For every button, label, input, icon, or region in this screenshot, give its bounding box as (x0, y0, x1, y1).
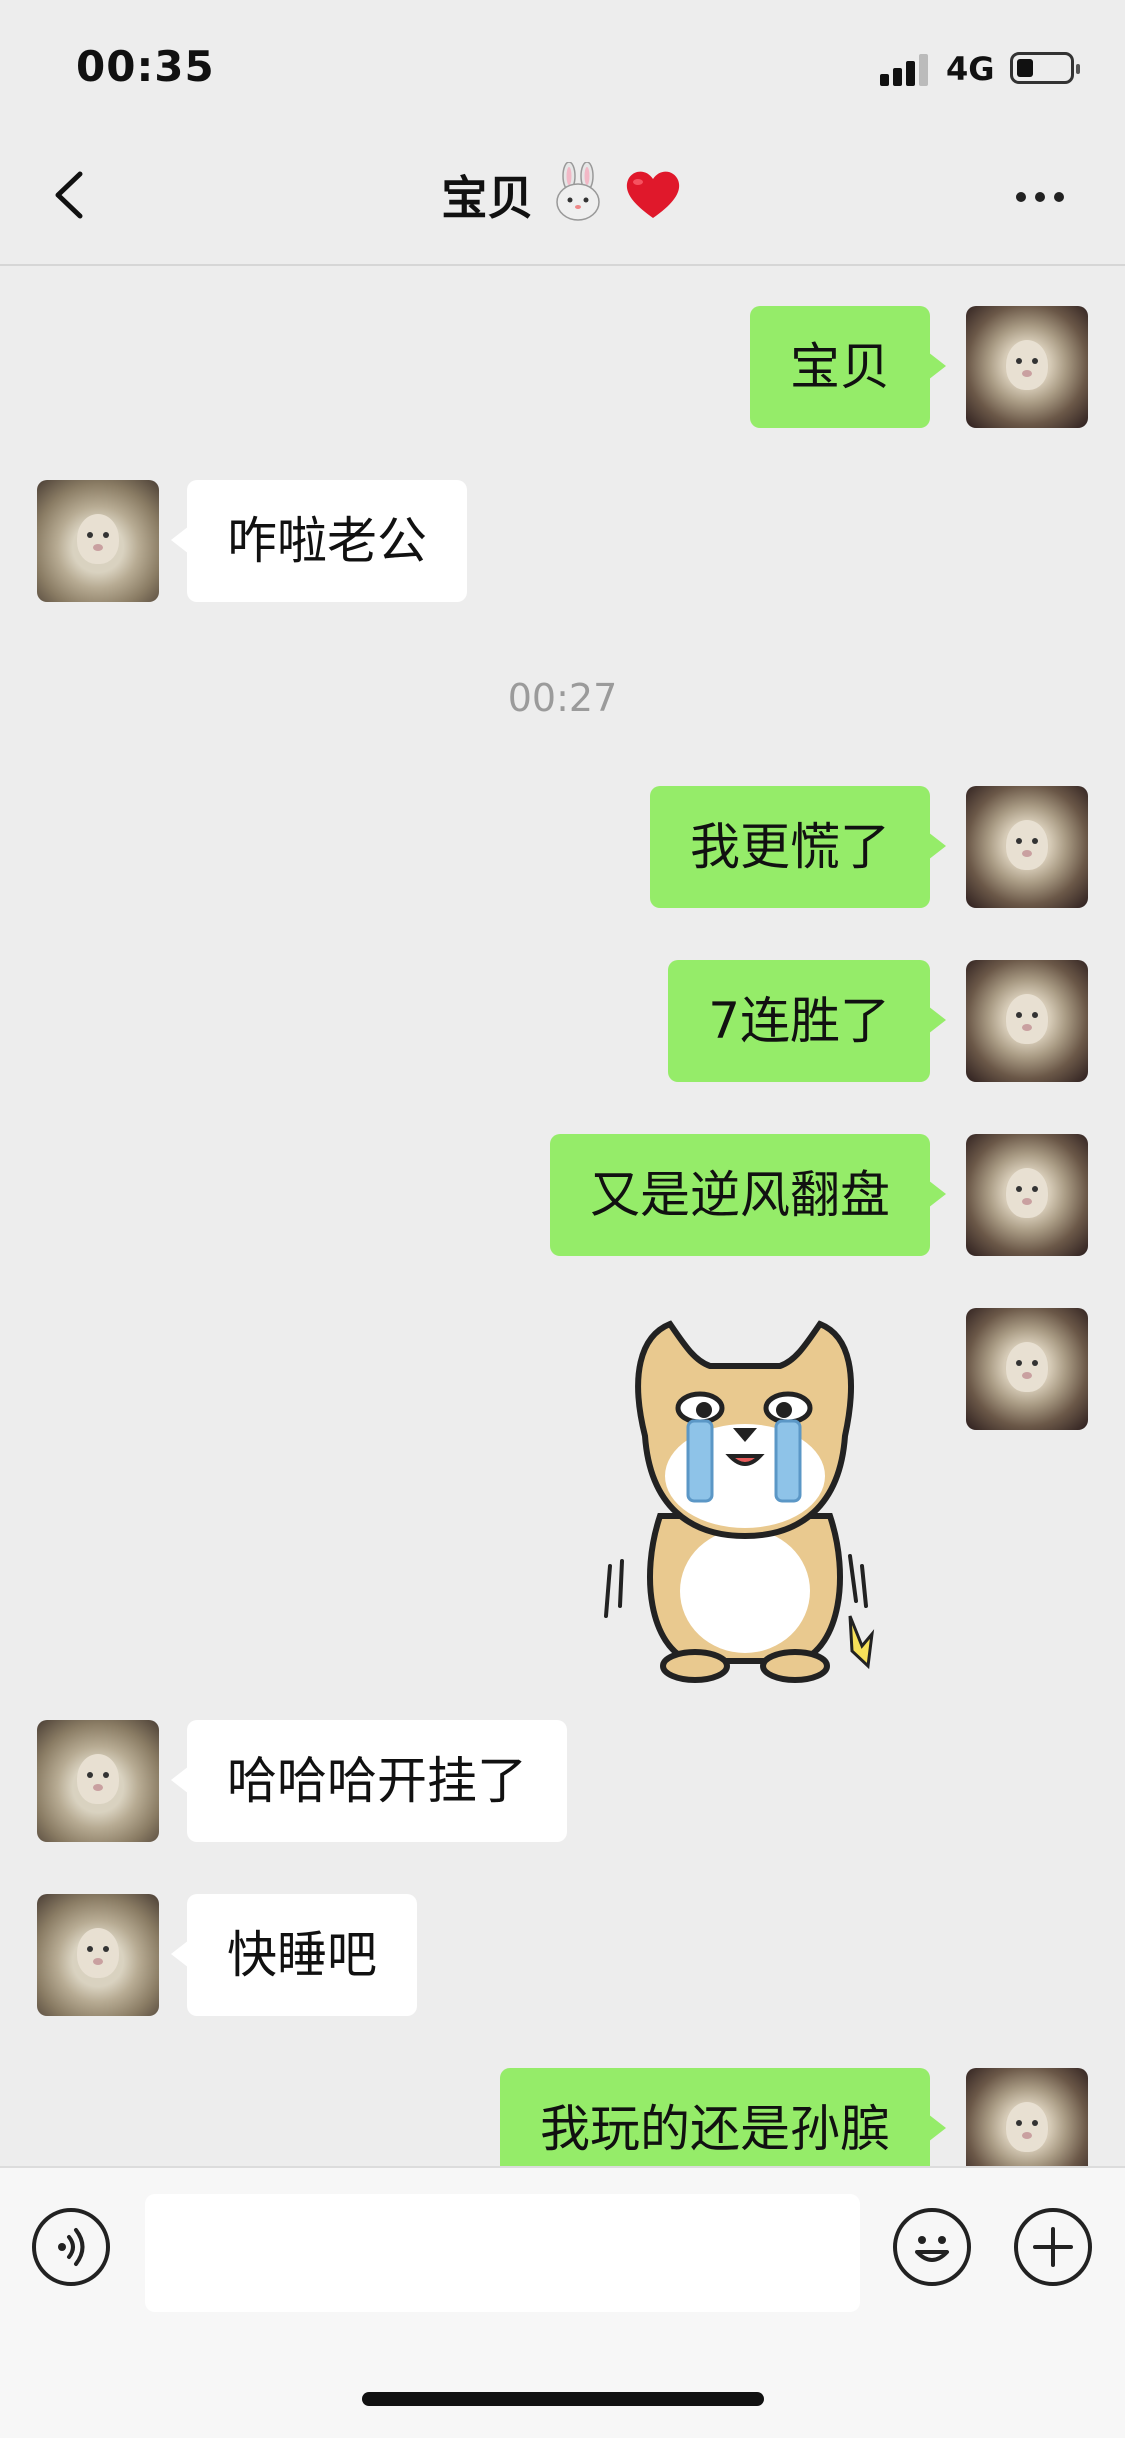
more-functions-button[interactable] (1014, 2208, 1092, 2286)
my-avatar[interactable] (966, 960, 1088, 1082)
status-time: 00:35 (76, 42, 215, 91)
message-input[interactable] (145, 2194, 860, 2312)
chat-title: 宝贝 (441, 171, 534, 225)
message-bubble-outgoing[interactable]: 我更慌了 (650, 786, 946, 908)
emoji-button[interactable] (893, 2208, 971, 2286)
network-type: 4G (946, 50, 995, 88)
message-bubble-outgoing[interactable]: 7连胜了 (668, 960, 946, 1082)
my-avatar[interactable] (966, 1134, 1088, 1256)
message-bubble-incoming[interactable]: 快睡吧 (171, 1894, 417, 2016)
more-options-button[interactable] (1010, 180, 1070, 210)
plus-icon (1033, 2227, 1073, 2267)
my-avatar[interactable] (966, 306, 1088, 428)
voice-icon (58, 2228, 85, 2266)
red-heart-icon (622, 162, 684, 228)
voice-button[interactable] (32, 2208, 110, 2286)
chat-title-row: 宝贝 (0, 161, 1125, 228)
battery-low-icon (1010, 52, 1080, 84)
crying-dog-sticker[interactable] (600, 1316, 890, 1696)
message-bubble-incoming[interactable]: 哈哈哈开挂了 (171, 1720, 567, 1842)
message-list[interactable]: 宝贝 咋啦老公 00:27 我更慌了 7连胜了 又是逆风翻盘 哈哈哈开挂了 快睡… (0, 266, 1125, 2166)
contact-avatar[interactable] (37, 1894, 159, 2016)
signal-icon (880, 52, 932, 86)
rabbit-emoji-icon (547, 161, 609, 228)
message-bubble-outgoing[interactable]: 我玩的还是孙膑 (500, 2068, 946, 2166)
home-indicator[interactable] (362, 2392, 764, 2406)
contact-avatar[interactable] (37, 1720, 159, 1842)
my-avatar[interactable] (966, 2068, 1088, 2166)
status-bar: 00:35 4G (0, 0, 1125, 130)
message-timestamp: 00:27 (507, 676, 618, 720)
message-bubble-incoming[interactable]: 咋啦老公 (171, 480, 467, 602)
message-bubble-outgoing[interactable]: 宝贝 (750, 306, 946, 428)
contact-avatar[interactable] (37, 480, 159, 602)
chat-header: 宝贝 (0, 130, 1125, 266)
emoji-icon (915, 2236, 949, 2262)
my-avatar[interactable] (966, 786, 1088, 908)
message-bubble-outgoing[interactable]: 又是逆风翻盘 (550, 1134, 946, 1256)
my-avatar[interactable] (966, 1308, 1088, 1430)
